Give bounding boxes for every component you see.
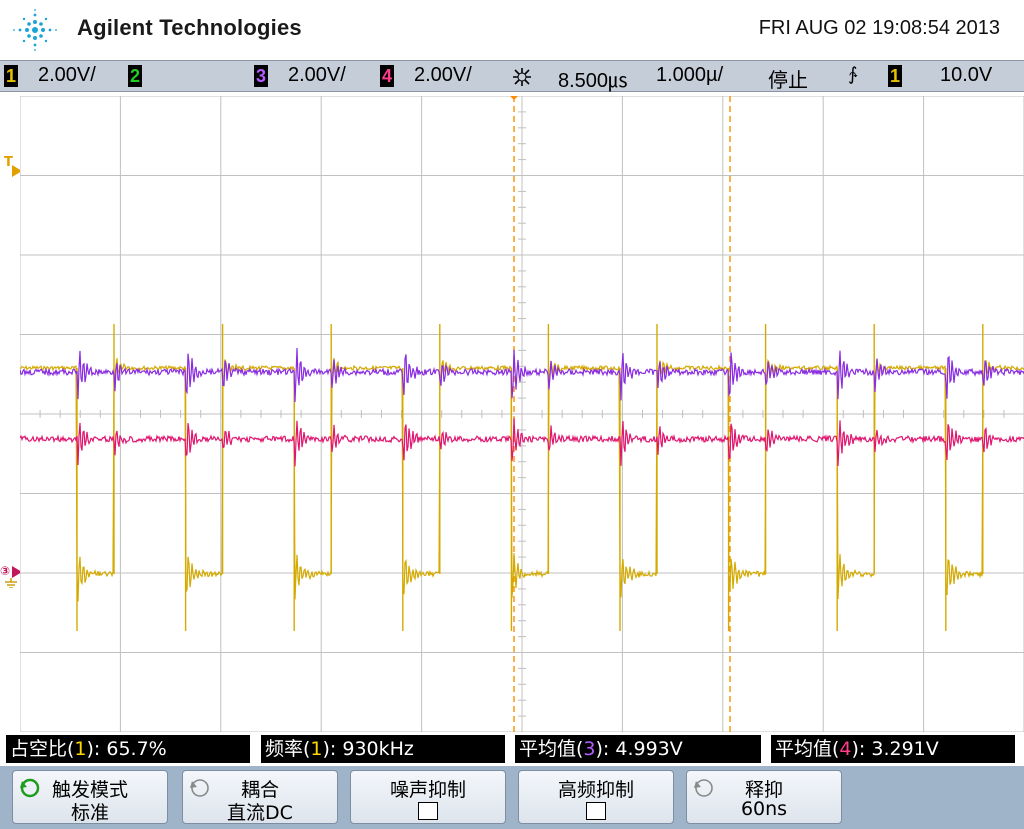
trigger-position-marker — [510, 96, 518, 100]
ch1-badge[interactable]: 1 — [4, 65, 18, 87]
ch3-badge[interactable]: 3 — [254, 65, 268, 87]
ch4-badge[interactable]: 4 — [380, 65, 394, 87]
measurement-value: ): 930kHz — [322, 738, 414, 760]
trigger-level: 10.0V — [940, 64, 993, 86]
ch1-scale: 2.00V/ — [38, 64, 96, 86]
softkey-bar: 触发模式 标准 耦合 直流DC 噪声抑制 高频抑制 释抑 60ns — [0, 766, 1024, 829]
softkey-hf-reject[interactable]: 高频抑制 — [518, 770, 674, 824]
softkey-holdoff-value: 60ns — [740, 798, 788, 820]
softkey-trigger-mode-value: 标准 — [70, 802, 109, 824]
ch4-scale: 2.00V/ — [414, 64, 472, 86]
date-time: FRI AUG 02 19:08:54 2013 — [758, 17, 1000, 39]
trigger-source-badge[interactable]: 1 — [888, 65, 902, 87]
ground-symbol-icon — [5, 578, 17, 588]
measurement-source: 1 — [74, 738, 87, 760]
waveform-display[interactable] — [20, 96, 1024, 732]
measurement-source: 4 — [839, 738, 852, 760]
run-state: 停止 — [768, 70, 808, 92]
horizontal-delay: 8.500㎲ — [558, 70, 629, 92]
noise-reject-checkbox[interactable] — [418, 802, 438, 820]
measurement-source: 1 — [310, 738, 323, 760]
ground-marker: ③ — [0, 564, 11, 578]
measurement-value: ): 4.993V — [595, 738, 683, 760]
measurement-value: ): 65.7% — [86, 738, 167, 760]
softkey-coupling[interactable]: 耦合 直流DC — [182, 770, 338, 824]
brand-name: Agilent Technologies — [77, 15, 302, 40]
measurement-label: 占空比( — [10, 738, 75, 760]
ch3-scale: 2.00V/ — [288, 64, 346, 86]
header-bar: Agilent Technologies FRI AUG 02 19:08:54… — [0, 0, 1024, 60]
measurement-label: 平均值( — [519, 738, 584, 760]
softkey-coupling-value: 直流DC — [227, 802, 293, 824]
trigger-slope-icon: ∱ — [848, 64, 858, 84]
hf-reject-checkbox[interactable] — [586, 802, 606, 820]
ch2-badge[interactable]: 2 — [128, 65, 142, 87]
agilent-spark-logo-icon — [13, 9, 57, 51]
measurement-bar: 占空比(1): 65.7% 频率(1): 930kHz 平均值(3): 4.993V… — [0, 732, 1024, 766]
softkey-noise-reject[interactable]: 噪声抑制 — [350, 770, 506, 824]
measurement-1: 占空比(1): 65.7% — [6, 735, 250, 763]
measurement-3: 平均值(3): 4.993V — [515, 735, 761, 763]
measurement-2: 频率(1): 930kHz — [261, 735, 505, 763]
softkey-holdoff[interactable]: 释抑 60ns — [686, 770, 842, 824]
measurement-source: 3 — [583, 738, 596, 760]
measurement-4: 平均值(4): 3.291V — [771, 735, 1015, 763]
measurement-label: 频率( — [265, 738, 311, 760]
timebase-scale: 1.000µ/ — [656, 64, 724, 86]
waveform-canvas — [20, 96, 1024, 732]
measurement-value: ): 3.291V — [851, 738, 939, 760]
delay-knob-icon — [513, 68, 531, 86]
status-bar: 1 2.00V/ 2 3 2.00V/ 4 2.00V/ 8.500㎲ 1.00… — [0, 60, 1024, 92]
measurement-label: 平均值( — [775, 738, 840, 760]
softkey-trigger-mode[interactable]: 触发模式 标准 — [12, 770, 168, 824]
